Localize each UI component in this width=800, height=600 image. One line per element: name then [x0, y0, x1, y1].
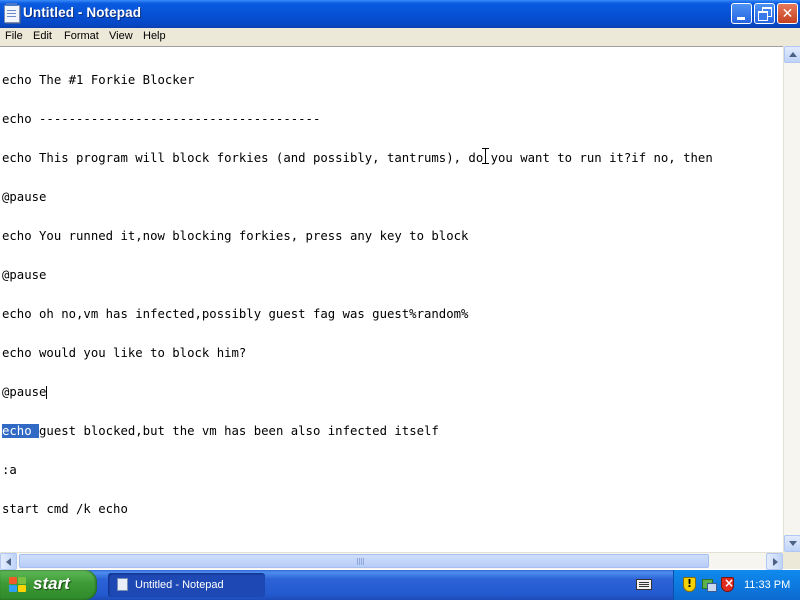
close-button[interactable]: ✕ — [777, 3, 798, 24]
title-bar[interactable]: Untitled - Notepad ✕ — [0, 0, 800, 28]
scrollbar-corner — [783, 552, 800, 569]
arrow-left-icon — [6, 558, 11, 566]
arrow-up-icon — [789, 52, 797, 57]
notepad-icon[interactable] — [4, 3, 20, 23]
system-tray: 11:33 PM — [673, 570, 800, 600]
text-caret — [46, 386, 48, 399]
start-label: start — [33, 574, 70, 593]
text-line: echo You runned it,now blocking forkies,… — [2, 229, 469, 243]
menu-help[interactable]: Help — [143, 30, 166, 42]
menu-edit[interactable]: Edit — [33, 30, 52, 42]
scroll-up-button[interactable] — [784, 46, 800, 63]
text-line: echo The #1 Forkie Blocker — [2, 73, 195, 87]
security-alert-icon[interactable] — [683, 577, 696, 592]
windows-logo-icon — [9, 577, 27, 593]
security-center-icon[interactable] — [721, 576, 734, 592]
text-line: echo -----------------------------------… — [2, 112, 321, 126]
restore-button[interactable] — [754, 3, 775, 24]
horizontal-scrollbar[interactable] — [0, 552, 783, 570]
text-line: @pause — [2, 268, 47, 282]
vertical-scrollbar[interactable] — [783, 46, 800, 552]
menu-format[interactable]: Format — [64, 30, 99, 42]
text-editor[interactable]: echo The #1 Forkie Blocker echo --------… — [0, 46, 783, 552]
text-line: start cmd /k echo — [2, 502, 128, 516]
text-line: :a — [2, 463, 17, 477]
notepad-icon — [117, 578, 128, 591]
menu-file[interactable]: File — [5, 30, 23, 42]
editor-content[interactable]: echo The #1 Forkie Blocker echo --------… — [2, 48, 713, 542]
selected-text: echo — [2, 424, 40, 438]
scroll-right-button[interactable] — [766, 553, 783, 570]
taskbar-item-notepad[interactable]: Untitled - Notepad — [108, 573, 265, 597]
network-icon[interactable] — [702, 577, 717, 592]
horizontal-scroll-thumb[interactable] — [19, 554, 709, 568]
menu-view[interactable]: View — [109, 30, 133, 42]
scroll-left-button[interactable] — [0, 553, 17, 570]
ibeam-cursor-icon — [482, 148, 489, 164]
arrow-down-icon — [789, 541, 797, 546]
text-line: guest blocked,but the vm has been also i… — [39, 424, 439, 438]
text-line: @pause — [2, 385, 47, 399]
text-line: echo would you like to block him? — [2, 346, 247, 360]
text-line-with-caret: @pause — [2, 386, 713, 399]
arrow-right-icon — [773, 558, 778, 566]
menu-bar: File Edit Format View Help — [0, 28, 800, 46]
minimize-button[interactable] — [731, 3, 752, 24]
keyboard-icon[interactable] — [636, 579, 652, 590]
text-line: echo This program will block forkies (an… — [2, 151, 713, 165]
close-icon: ✕ — [781, 6, 794, 22]
grip-icon — [357, 558, 365, 565]
text-line-with-selection: echo guest blocked,but the vm has been a… — [2, 424, 713, 438]
text-line: echo oh no,vm has infected,possibly gues… — [2, 307, 469, 321]
scroll-down-button[interactable] — [784, 535, 800, 552]
clock[interactable]: 11:33 PM — [744, 579, 790, 591]
taskbar-item-label: Untitled - Notepad — [135, 579, 224, 591]
window-title: Untitled - Notepad — [23, 5, 142, 20]
start-button[interactable]: start — [0, 570, 97, 600]
text-line: @pause — [2, 190, 47, 204]
taskbar: start Untitled - Notepad 11:33 PM — [0, 570, 800, 600]
